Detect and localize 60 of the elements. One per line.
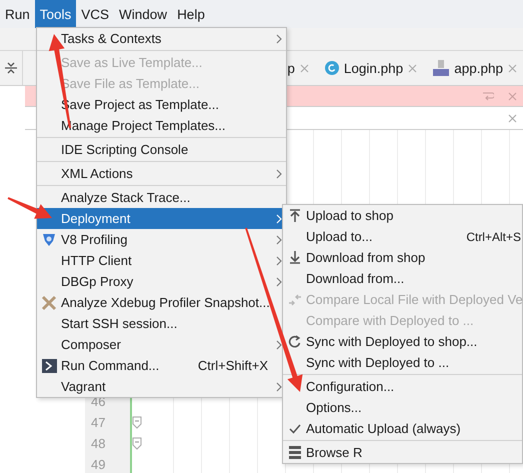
chevron-icon [276,382,282,392]
editor-tab[interactable]: Login.php [318,60,424,76]
menu-item[interactable]: Download from... [283,268,522,289]
menu-item[interactable]: Sync with Deployed to shop... [283,331,522,352]
menu-item[interactable]: Browse R [283,442,522,463]
shortcut-label: Ctrl+Alt+S [466,230,522,244]
line-number: 48 [90,435,106,453]
class-icon [324,61,339,75]
wrap-icon[interactable] [482,90,494,102]
menu-item[interactable]: Composer [37,334,286,355]
menu-item[interactable]: Download from shop [283,247,522,268]
menu-item[interactable]: Run Command... Ctrl+Shift+X [37,355,286,376]
menu-item[interactable]: Vagrant [37,376,286,397]
menu-item[interactable]: Options... [283,397,522,418]
sync-icon [288,335,301,348]
close-icon[interactable] [508,92,517,100]
download-icon [288,251,300,264]
upload-icon [288,209,300,222]
menu-item[interactable]: Configuration... [283,376,522,397]
terminal-icon [42,358,56,372]
annotation-arrow [8,197,52,219]
menu-item[interactable]: HTTP Client [37,250,286,271]
shield-icon [42,232,56,246]
close-icon[interactable] [408,64,418,72]
menu-item[interactable]: Upload to shop [283,205,522,226]
compare-icon [288,294,302,306]
menu-item[interactable]: Start SSH session... [37,313,286,334]
menu-bar-item[interactable]: Window [114,0,172,28]
chevron-icon [276,34,282,44]
menu-bar-item[interactable]: Help [172,0,210,28]
close-icon[interactable] [508,64,517,72]
menu-bar-item[interactable]: VCS [76,0,114,28]
chevron-icon [276,256,282,266]
line-number: 49 [90,456,106,473]
menu-item[interactable]: Sync with Deployed to ... [283,352,522,373]
list-icon [288,446,300,459]
cross-icon [41,294,57,310]
chevron-icon [276,214,282,224]
menu-item[interactable]: XML Actions [37,163,286,184]
menu-item[interactable]: DBGp Proxy [37,271,286,292]
menu-bar-item[interactable]: Run [0,0,35,28]
chevron-icon [276,276,282,286]
menu-item[interactable]: IDE Scripting Console [37,139,286,160]
chevron-icon [276,168,282,178]
chevron-icon [276,340,282,350]
menu-item[interactable]: Automatic Upload (always) [283,418,522,439]
close-icon[interactable] [508,114,517,122]
fold-marker-icon[interactable] [132,437,142,450]
close-icon[interactable] [300,64,309,72]
menu-item[interactable]: Upload to... Ctrl+Alt+S [283,226,522,247]
menu-item[interactable]: Analyze Stack Trace... [37,187,286,208]
fold-marker-icon[interactable] [132,416,142,429]
php-file-icon [433,60,450,76]
menu-bar-item[interactable]: Tools [34,0,76,28]
editor-tab[interactable]: app.php [427,60,523,76]
shortcut-label: Ctrl+Shift+X [198,358,269,373]
chevron-icon [276,234,282,244]
line-number: 47 [90,414,106,432]
menu-item[interactable]: Analyze Xdebug Profiler Snapshot... [37,292,286,313]
collapse-icon[interactable] [5,62,18,74]
